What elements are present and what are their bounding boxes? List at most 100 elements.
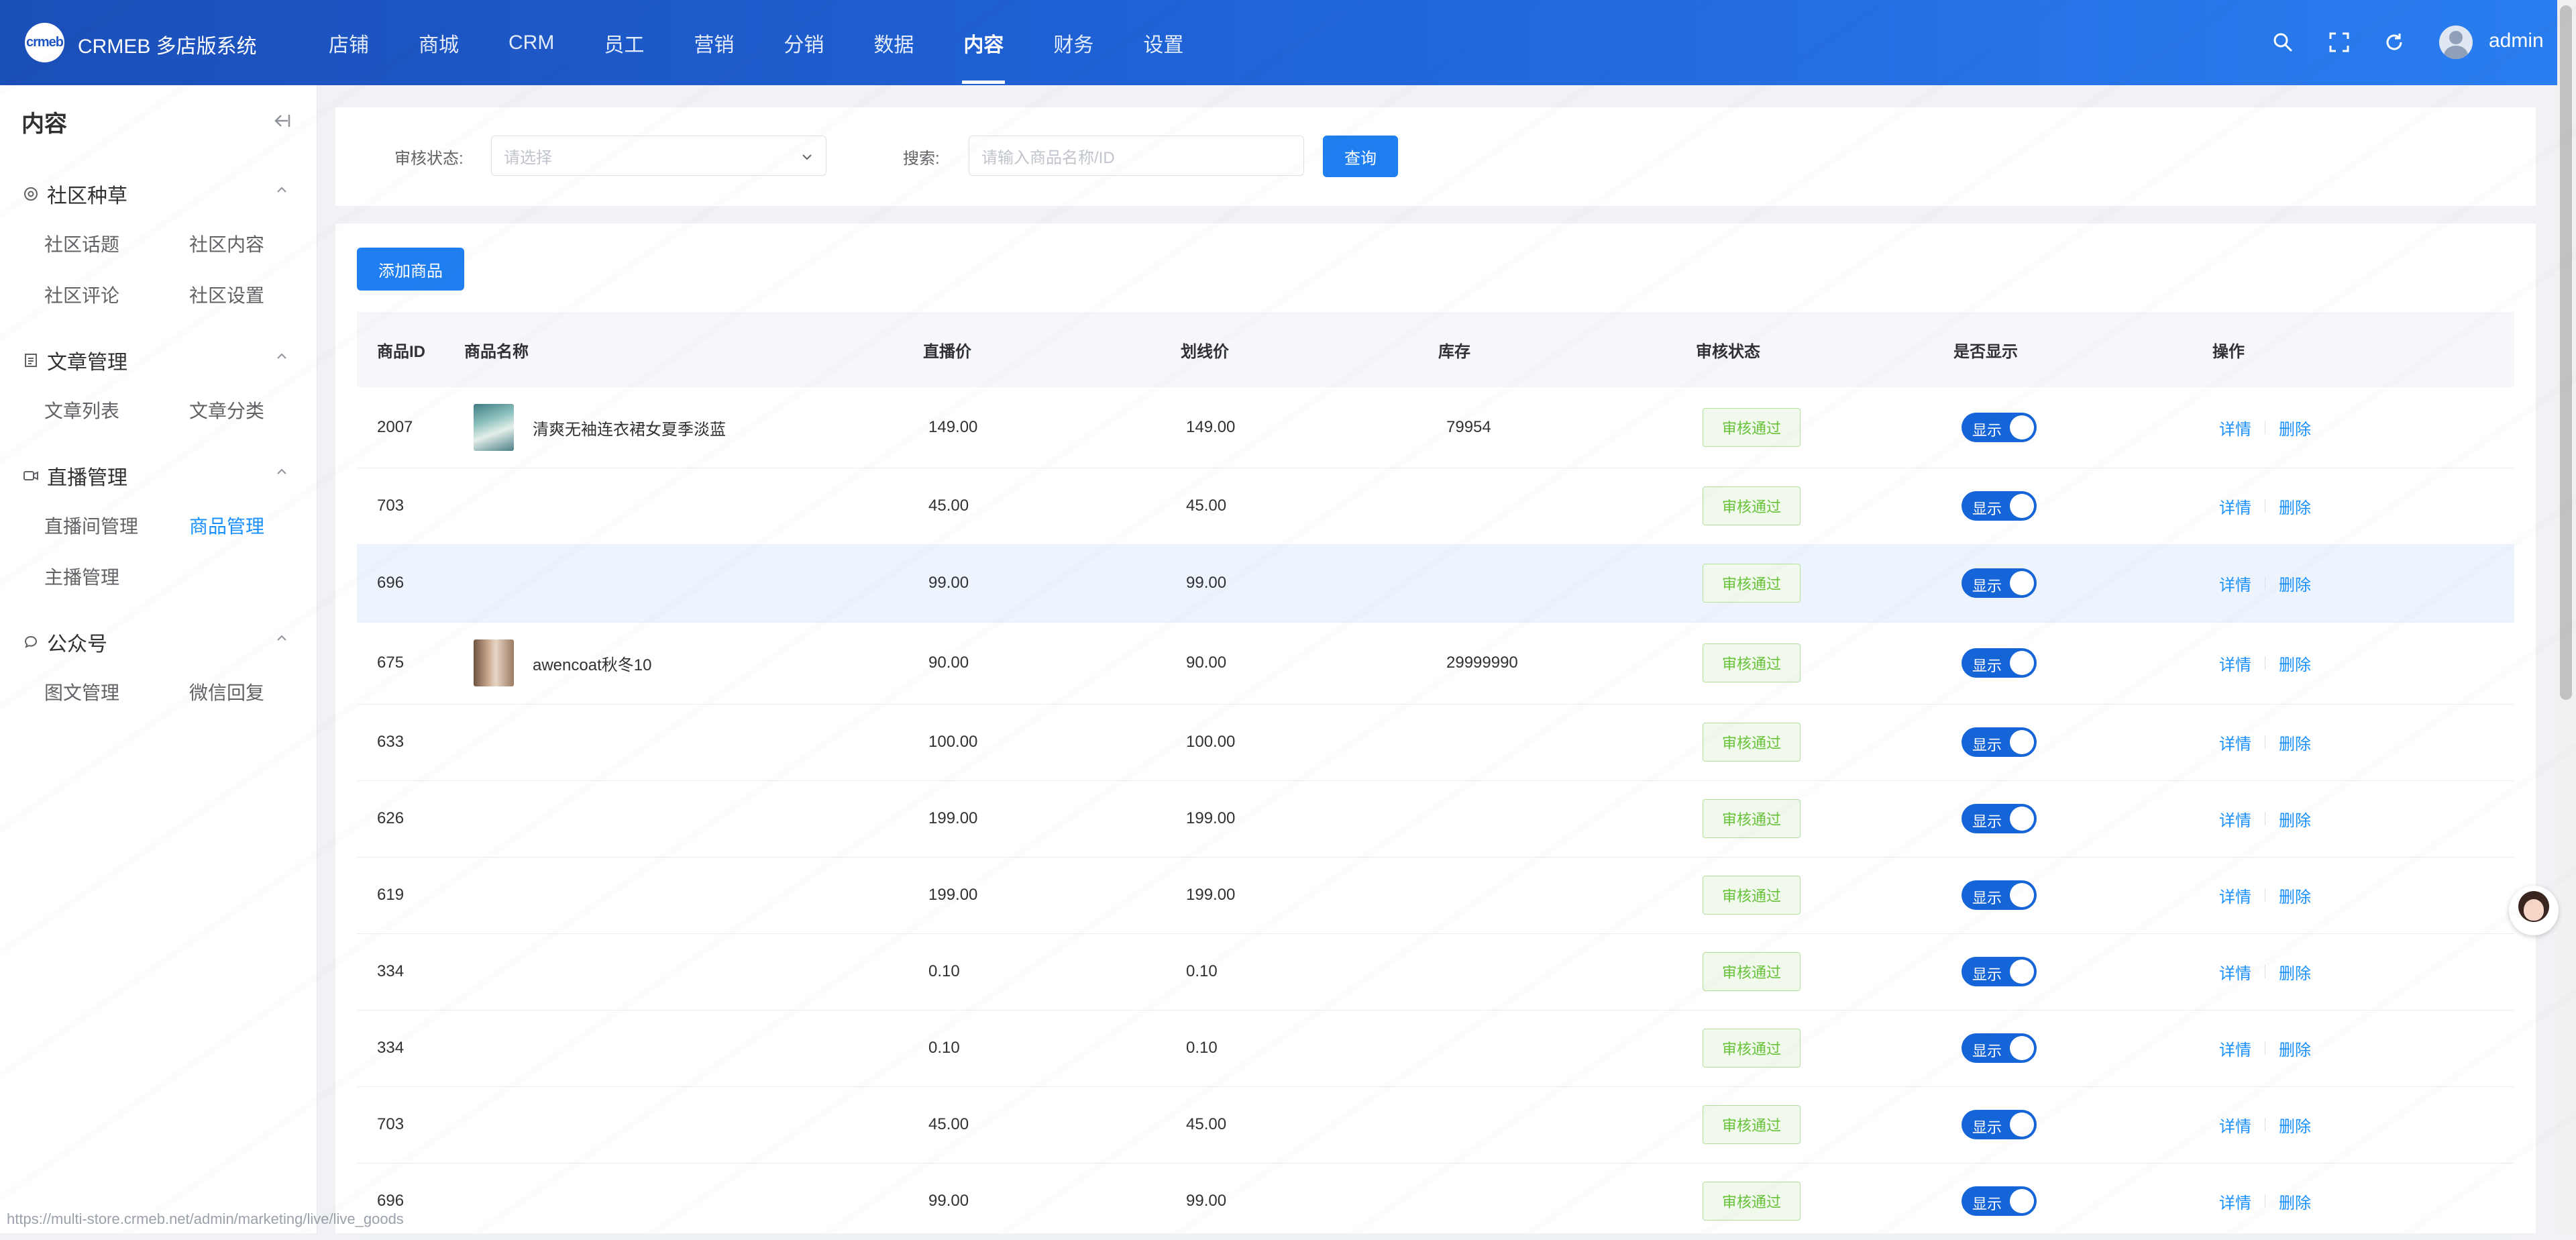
nav-distribution[interactable]: 分销 xyxy=(765,0,843,85)
detail-link[interactable]: 详情 xyxy=(2219,884,2251,907)
user-name[interactable]: admin xyxy=(2489,30,2544,52)
table-row[interactable]: 633 100.00 100.00 审核通过 显示 详情 删除 xyxy=(357,704,2514,781)
user-avatar[interactable] xyxy=(2439,25,2473,59)
show-toggle[interactable]: 显示 xyxy=(1962,1033,2037,1063)
show-toggle[interactable]: 显示 xyxy=(1962,727,2037,757)
chevron-up-icon[interactable] xyxy=(275,631,290,646)
show-toggle[interactable]: 显示 xyxy=(1962,648,2037,678)
chevron-up-icon[interactable] xyxy=(275,465,290,480)
table-row[interactable]: 334 0.10 0.10 审核通过 显示 详情 删除 xyxy=(357,933,2514,1011)
show-toggle[interactable]: 显示 xyxy=(1962,413,2037,442)
goods-thumbnail[interactable] xyxy=(474,404,514,451)
query-button[interactable]: 查询 xyxy=(1323,136,1398,177)
list-price: 90.00 xyxy=(1186,654,1227,672)
sidebar-item-community-content[interactable]: 社区内容 xyxy=(189,230,264,257)
delete-link[interactable]: 删除 xyxy=(2279,960,2311,984)
page-scrollbar-thumb[interactable] xyxy=(2560,5,2572,700)
status-select[interactable]: 请选择 xyxy=(491,136,826,176)
sidebar-item-live-goods[interactable]: 商品管理 xyxy=(189,512,264,539)
sidebar-group-title[interactable]: 文章管理 xyxy=(23,346,127,375)
nav-settings[interactable]: 设置 xyxy=(1124,0,1202,85)
refresh-icon[interactable] xyxy=(2379,27,2410,58)
detail-link[interactable]: 详情 xyxy=(2219,495,2251,518)
delete-link[interactable]: 删除 xyxy=(2279,495,2311,518)
fullscreen-icon[interactable] xyxy=(2324,27,2355,58)
detail-link[interactable]: 详情 xyxy=(2219,652,2251,675)
detail-link[interactable]: 详情 xyxy=(2219,1190,2251,1213)
delete-link[interactable]: 删除 xyxy=(2279,652,2311,675)
review-status: 审核通过 xyxy=(1703,1086,1801,1163)
status-badge: 审核通过 xyxy=(1703,408,1801,447)
sidebar-item-article-category[interactable]: 文章分类 xyxy=(189,397,264,423)
delete-link[interactable]: 删除 xyxy=(2279,731,2311,754)
table-row[interactable]: 334 0.10 0.10 审核通过 显示 详情 删除 xyxy=(357,1010,2514,1087)
nav-mall[interactable]: 商城 xyxy=(400,0,478,85)
search-icon[interactable] xyxy=(2267,27,2298,58)
delete-link[interactable]: 删除 xyxy=(2279,1190,2311,1213)
delete-link[interactable]: 删除 xyxy=(2279,416,2311,440)
detail-link[interactable]: 详情 xyxy=(2219,1037,2251,1060)
delete-link[interactable]: 删除 xyxy=(2279,1037,2311,1060)
add-goods-button[interactable]: 添加商品 xyxy=(357,248,464,291)
show-toggle[interactable]: 显示 xyxy=(1962,1110,2037,1139)
sidebar-item-community-topic[interactable]: 社区话题 xyxy=(44,230,119,257)
delete-link[interactable]: 删除 xyxy=(2279,572,2311,595)
nav-data[interactable]: 数据 xyxy=(855,0,932,85)
nav-staff[interactable]: 员工 xyxy=(585,0,663,85)
sidebar-item-live-room[interactable]: 直播间管理 xyxy=(44,512,138,539)
chevron-up-icon[interactable] xyxy=(275,183,290,198)
detail-link[interactable]: 详情 xyxy=(2219,572,2251,595)
list-price: 100.00 xyxy=(1186,733,1236,751)
sidebar-item-anchor[interactable]: 主播管理 xyxy=(44,563,119,590)
sidebar-item-community-comment[interactable]: 社区评论 xyxy=(44,281,119,308)
sidebar-item-community-settings[interactable]: 社区设置 xyxy=(189,281,264,308)
show-toggle[interactable]: 显示 xyxy=(1962,568,2037,598)
sidebar-group-title[interactable]: 公众号 xyxy=(23,627,107,657)
show-toggle[interactable]: 显示 xyxy=(1962,491,2037,521)
collapse-sidebar-icon[interactable] xyxy=(272,111,292,131)
table-row[interactable]: 703 45.00 45.00 审核通过 显示 详情 删除 xyxy=(357,1086,2514,1164)
goods-thumbnail[interactable] xyxy=(474,639,514,686)
sidebar-item-news-manage[interactable]: 图文管理 xyxy=(44,678,119,705)
table-row[interactable]: 675 awencoat秋冬10 90.00 90.00 29999990 审核通过 显示 详… xyxy=(357,622,2514,705)
detail-link[interactable]: 详情 xyxy=(2219,1113,2251,1137)
show-toggle[interactable]: 显示 xyxy=(1962,804,2037,833)
nav-finance[interactable]: 财务 xyxy=(1034,0,1112,85)
review-status: 审核通过 xyxy=(1703,468,1801,544)
detail-link[interactable]: 详情 xyxy=(2219,960,2251,984)
community-icon xyxy=(23,186,39,202)
search-input[interactable]: 请输入商品名称/ID xyxy=(969,136,1304,176)
table-row[interactable]: 2007 清爽无袖连衣裙女夏季淡蓝 149.00 149.00 79954 审核通过 显示 详… xyxy=(357,387,2514,468)
nav-crm[interactable]: CRM xyxy=(490,0,573,85)
table-row[interactable]: 619 199.00 199.00 审核通过 显示 详情 删除 xyxy=(357,857,2514,934)
nav-store[interactable]: 店铺 xyxy=(310,0,388,85)
detail-link[interactable]: 详情 xyxy=(2219,731,2251,754)
customer-service-avatar[interactable] xyxy=(2509,886,2559,935)
sidebar-item-wechat-reply[interactable]: 微信回复 xyxy=(189,678,264,705)
sidebar-item-article-list[interactable]: 文章列表 xyxy=(44,397,119,423)
show-toggle[interactable]: 显示 xyxy=(1962,880,2037,910)
goods-id: 675 xyxy=(377,654,405,672)
detail-link[interactable]: 详情 xyxy=(2219,807,2251,831)
detail-link[interactable]: 详情 xyxy=(2219,416,2251,440)
delete-link[interactable]: 删除 xyxy=(2279,1113,2311,1137)
list-price: 199.00 xyxy=(1186,809,1236,827)
show-toggle[interactable]: 显示 xyxy=(1962,957,2037,986)
delete-link[interactable]: 删除 xyxy=(2279,807,2311,831)
chevron-up-icon[interactable] xyxy=(275,350,290,364)
table-header: 商品ID 商品名称 直播价 划线价 库存 审核状态 是否显示 操作 xyxy=(357,312,2514,387)
table-row[interactable]: 696 99.00 99.00 审核通过 显示 详情 删除 xyxy=(357,1163,2514,1240)
table-row[interactable]: 703 45.00 45.00 审核通过 显示 详情 删除 xyxy=(357,468,2514,545)
goods-id: 626 xyxy=(377,809,405,827)
delete-link[interactable]: 删除 xyxy=(2279,884,2311,907)
nav-content[interactable]: 内容 xyxy=(945,0,1022,85)
nav-marketing[interactable]: 营销 xyxy=(675,0,753,85)
crmeb-logo[interactable]: crmeb xyxy=(25,23,64,62)
table-row[interactable]: 696 99.00 99.00 审核通过 显示 详情 删除 xyxy=(357,544,2514,623)
sidebar-group-title[interactable]: 社区种草 xyxy=(23,179,127,209)
show-toggle[interactable]: 显示 xyxy=(1962,1186,2037,1216)
status-badge: 审核通过 xyxy=(1703,486,1801,525)
show-toggle-cell: 显示 xyxy=(1962,704,2037,780)
table-row[interactable]: 626 199.00 199.00 审核通过 显示 详情 删除 xyxy=(357,780,2514,858)
sidebar-group-title[interactable]: 直播管理 xyxy=(23,461,127,490)
